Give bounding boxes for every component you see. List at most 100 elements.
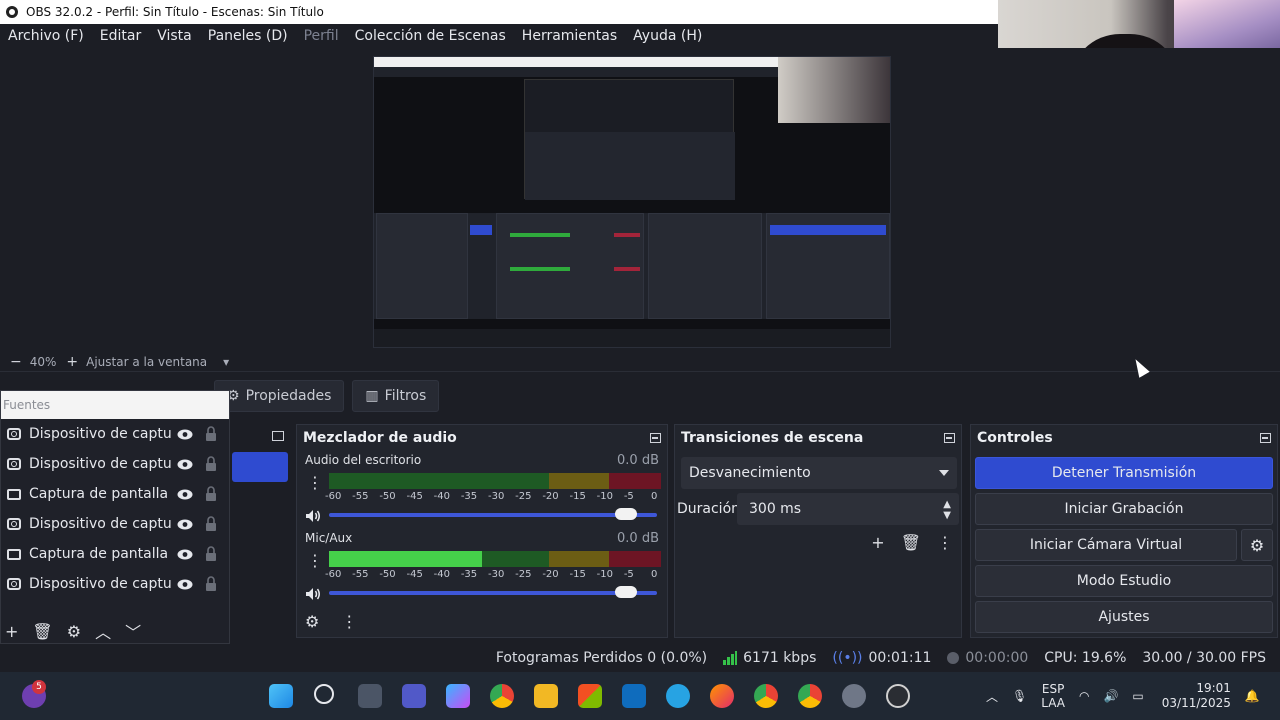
source-row[interactable]: Captura de pantalla	[1, 539, 229, 569]
telegram-icon[interactable]	[666, 684, 690, 708]
speaker-icon[interactable]	[305, 508, 323, 522]
keyboard-layout: LAA	[1041, 696, 1065, 710]
source-row[interactable]: Captura de pantalla 2	[1, 479, 229, 509]
search-icon[interactable]	[314, 684, 334, 704]
fit-window-label[interactable]: Ajustar a la ventana	[86, 355, 207, 369]
meter-tick: -30	[488, 491, 505, 502]
eye-icon[interactable]	[177, 488, 193, 500]
tab-properties[interactable]: ⚙ Propiedades	[214, 380, 345, 412]
zoom-out-button[interactable]: −	[10, 354, 22, 370]
windows-start-icon[interactable]	[269, 684, 293, 708]
teams-icon[interactable]	[402, 684, 426, 708]
menu-docks[interactable]: Paneles (D)	[200, 28, 296, 44]
transition-select[interactable]: Desvanecimiento	[681, 457, 957, 489]
volume-slider[interactable]	[329, 591, 657, 595]
source-row[interactable]: Dispositivo de captura d	[1, 449, 229, 479]
language-indicator[interactable]: ESP LAA	[1041, 682, 1065, 710]
source-row[interactable]: Dispositivo de captura d	[1, 569, 229, 599]
tab-filters[interactable]: ▥ Filtros	[352, 380, 440, 412]
preview-canvas[interactable]	[373, 56, 891, 348]
clock[interactable]: 19:01 03/11/2025	[1162, 681, 1231, 711]
lock-icon[interactable]	[205, 486, 217, 501]
bitrate: 6171 kbps	[723, 650, 816, 666]
spin-up-icon[interactable]: ▲	[943, 499, 951, 510]
sources-panel-title: Fuentes	[1, 391, 229, 419]
eye-icon[interactable]	[177, 578, 193, 590]
trash-icon[interactable]: 🗑	[901, 533, 921, 552]
task-view-icon[interactable]	[358, 684, 382, 708]
eye-icon[interactable]	[177, 458, 193, 470]
more-options-icon[interactable]: ⋮	[937, 533, 953, 552]
menu-tools[interactable]: Herramientas	[514, 28, 625, 44]
obs-app-icon[interactable]	[886, 684, 910, 708]
zoom-in-button[interactable]: +	[66, 354, 78, 370]
outlook-icon[interactable]	[622, 684, 646, 708]
lock-icon[interactable]	[205, 516, 217, 531]
chrome-icon[interactable]	[490, 684, 514, 708]
channel-menu-icon[interactable]	[307, 473, 323, 492]
virtual-camera-settings-gear-icon[interactable]: ⚙	[1241, 529, 1273, 561]
source-row[interactable]: Dispositivo de captura d	[1, 509, 229, 539]
menu-scene-collection[interactable]: Colección de Escenas	[347, 28, 514, 44]
add-source-button[interactable]: +	[5, 622, 18, 641]
volume-meter	[329, 473, 661, 489]
chevron-down-icon[interactable]: ﹀	[125, 619, 141, 643]
studio-mode-button[interactable]: Modo Estudio	[975, 565, 1273, 597]
float-dock-icon[interactable]	[272, 431, 284, 441]
duration-input[interactable]: 300 ms ▲ ▼	[737, 493, 959, 525]
channel-menu-icon[interactable]	[307, 551, 323, 570]
chrome-profile-icon[interactable]	[754, 684, 778, 708]
battery-icon[interactable]: ▭	[1132, 689, 1143, 703]
more-options-icon[interactable]: ⋮	[341, 612, 357, 631]
volume-slider[interactable]	[329, 513, 657, 517]
record-time: 00:00:00	[947, 650, 1028, 666]
settings-button[interactable]: Ajustes	[975, 601, 1273, 633]
lock-icon[interactable]	[205, 456, 217, 471]
start-recording-button[interactable]: Iniciar Grabación	[975, 493, 1273, 525]
record-time-value: 00:00:00	[965, 650, 1029, 666]
float-dock-icon[interactable]	[944, 433, 955, 443]
microphone-icon[interactable]: 🎙	[1012, 689, 1027, 703]
duration-value: 300 ms	[749, 501, 802, 517]
advanced-audio-gear-icon[interactable]: ⚙	[305, 612, 319, 631]
lock-icon[interactable]	[205, 546, 217, 561]
stop-streaming-button[interactable]: Detener Transmisión	[975, 457, 1273, 489]
copilot-icon[interactable]	[446, 684, 470, 708]
lock-icon[interactable]	[205, 576, 217, 591]
eye-icon[interactable]	[177, 518, 193, 530]
volume-slider-handle[interactable]	[615, 508, 637, 520]
title-bar: OBS 32.0.2 - Perfil: Sin Título - Escena…	[0, 0, 998, 24]
menu-edit[interactable]: Editar	[92, 28, 149, 44]
float-dock-icon[interactable]	[1260, 433, 1271, 443]
firefox-icon[interactable]	[710, 684, 734, 708]
float-dock-icon[interactable]	[650, 433, 661, 443]
windows-taskbar: 5 ︿ 🎙 ESP LAA ◠ 🔊 ▭ 19:01 03/11/2025 🔔	[0, 672, 1280, 720]
menu-help[interactable]: Ayuda (H)	[625, 28, 710, 44]
volume-slider-handle[interactable]	[615, 586, 637, 598]
lock-icon[interactable]	[205, 426, 217, 441]
spin-down-icon[interactable]: ▼	[943, 510, 951, 521]
wifi-icon[interactable]: ◠	[1079, 689, 1089, 703]
eye-icon[interactable]	[177, 428, 193, 440]
speaker-icon[interactable]	[305, 586, 323, 600]
chevron-up-icon[interactable]: ︿	[986, 688, 998, 705]
store-icon[interactable]	[578, 684, 602, 708]
chevron-up-icon[interactable]: ︿	[95, 619, 111, 643]
trash-icon[interactable]: 🗑	[32, 622, 52, 641]
eye-icon[interactable]	[177, 548, 193, 560]
menu-view[interactable]: Vista	[149, 28, 200, 44]
notifications-bell-icon[interactable]: 🔔	[1245, 689, 1260, 703]
file-explorer-icon[interactable]	[534, 684, 558, 708]
chrome-profile-2-icon[interactable]	[798, 684, 822, 708]
chevron-down-icon[interactable]: ▾	[223, 355, 229, 369]
menu-file[interactable]: Archivo (F)	[0, 28, 92, 44]
start-virtual-camera-button[interactable]: Iniciar Cámara Virtual	[975, 529, 1237, 561]
volume-icon[interactable]: 🔊	[1103, 689, 1118, 703]
meter-tick: -15	[569, 569, 586, 580]
camera-icon	[7, 578, 21, 590]
selected-scene-row[interactable]	[232, 452, 288, 482]
add-transition-button[interactable]: +	[871, 533, 884, 552]
gear-icon[interactable]: ⚙	[67, 622, 81, 641]
settings-icon[interactable]	[842, 684, 866, 708]
source-row[interactable]: Dispositivo de captura d	[1, 419, 229, 449]
